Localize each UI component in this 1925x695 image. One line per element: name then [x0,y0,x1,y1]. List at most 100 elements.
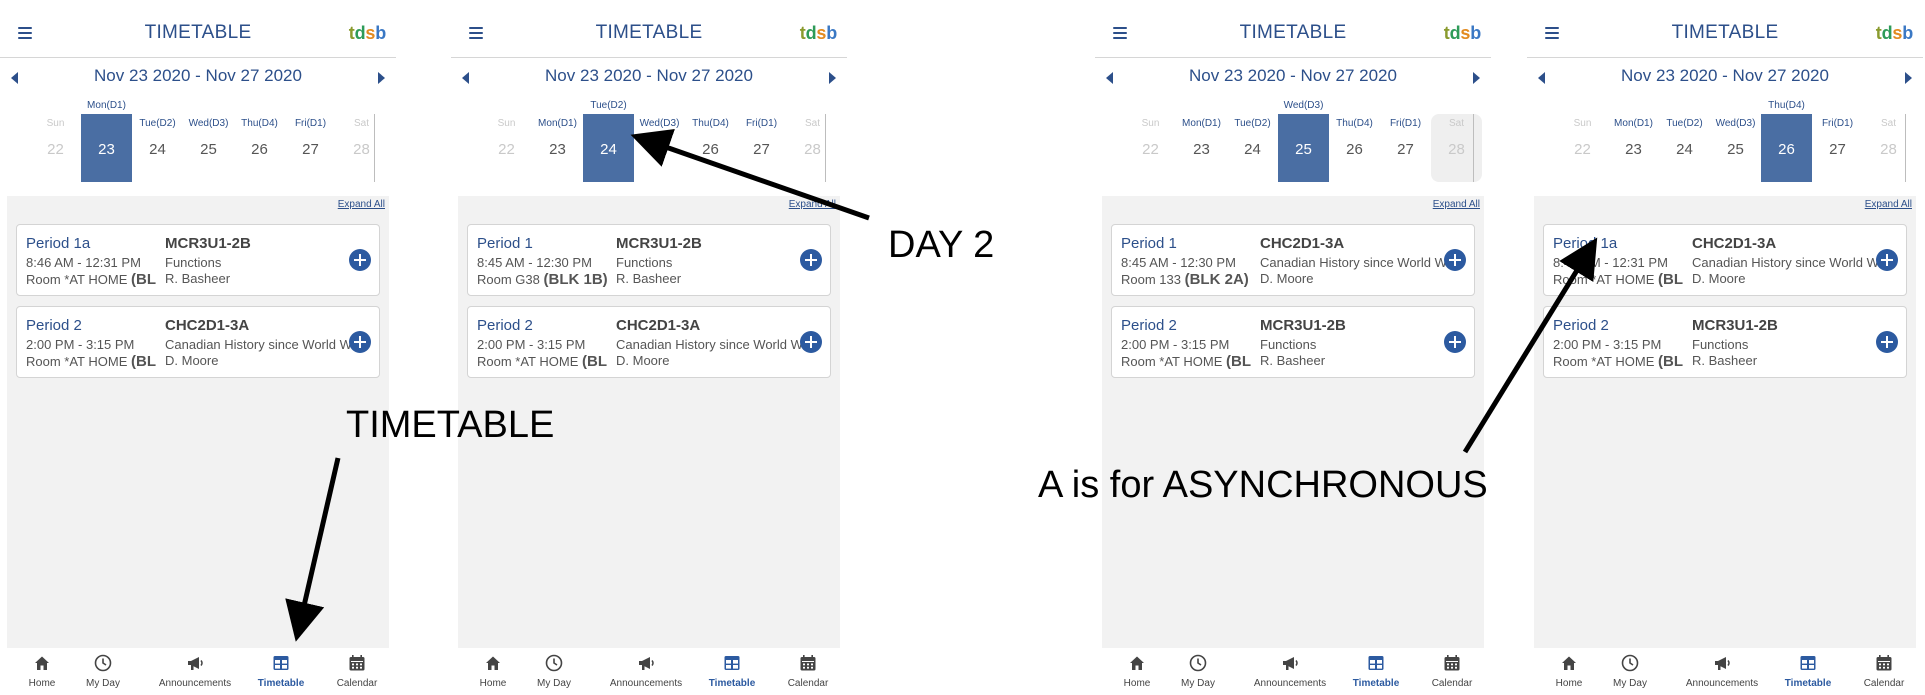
class-list: Expand All Period 1a 8:46 AM - 12:31 PM Roo… [1534,196,1916,648]
class-card[interactable]: Period 2 2:00 PM - 3:15 PM Room *AT HOME (… [16,306,380,378]
day-27[interactable]: Fri(D1) 27 [1812,114,1863,182]
tab-announcements[interactable]: Announcements [601,648,691,695]
day-header: Sun [497,118,516,129]
period-time: 8:46 AM - 12:31 PM [1553,255,1668,270]
expand-all-link[interactable]: Expand All [1433,199,1480,210]
period-label: Period 1 [477,235,533,252]
day-number: 26 [251,141,268,158]
tab-timetable[interactable]: Timetable [242,648,320,695]
week-range: Nov 23 2020 - Nov 27 2020 [1621,66,1829,85]
day-26[interactable]: Thu(D4) 26 [685,114,736,182]
tab-my-day[interactable]: My Day [64,648,142,695]
day-header: Fri(D1) [1821,118,1854,129]
period-label: Period 1 [1121,235,1177,252]
day-23[interactable]: Mon(D1) 23 [532,114,583,182]
day-header: Sun [46,118,65,129]
room-label: Room G38 (BLK 1B) [477,271,608,288]
day-24[interactable]: Tue(D2) 24 [1659,114,1710,182]
tab-my-day[interactable]: My Day [1159,648,1237,695]
plus-circle-icon[interactable] [800,331,822,353]
tab-timetable[interactable]: Timetable [1337,648,1415,695]
week-range: Nov 23 2020 - Nov 27 2020 [94,66,302,85]
day-25[interactable]: Wed(D3) 25 [634,114,685,182]
class-card[interactable]: Period 2 2:00 PM - 3:15 PM Room *AT HOME (… [1111,306,1475,378]
day-number: 24 [600,141,617,158]
logo-letter: b [826,23,837,43]
class-card[interactable]: Period 2 2:00 PM - 3:15 PM Room *AT HOME (… [1543,306,1907,378]
tab-calendar[interactable]: Calendar [318,648,396,695]
tab-label: Announcements [1253,678,1327,689]
class-card[interactable]: Period 2 2:00 PM - 3:15 PM Room *AT HOME (… [467,306,831,378]
plus-circle-icon[interactable] [349,331,371,353]
day-27[interactable]: Fri(D1) 27 [736,114,787,182]
clock-icon [1621,654,1639,672]
day-selector: Sun 22 Mon(D1) 23 Tue(D2) 24 Wed(D3) 25 Thu(D4) T… [1557,100,1909,182]
tab-my-day[interactable]: My Day [1591,648,1669,695]
plus-circle-icon[interactable] [349,249,371,271]
day-number: 24 [149,141,166,158]
tab-timetable[interactable]: Timetable [1769,648,1847,695]
week-range: Nov 23 2020 - Nov 27 2020 [545,66,753,85]
day-25[interactable]: Wed(D3)Wed(D3)25 [1278,100,1329,182]
day-22: Sun 22 [481,114,532,182]
annotation-day2: DAY 2 [888,224,995,266]
chevron-right-icon[interactable] [1905,72,1912,84]
period-time: 2:00 PM - 3:15 PM [1553,337,1662,352]
day-number: 22 [498,141,515,158]
day-header: Sun [1573,118,1592,129]
expand-all-link[interactable]: Expand All [1865,199,1912,210]
chevron-right-icon[interactable] [1473,72,1480,84]
day-26[interactable]: Thu(D4) 26 [234,114,285,182]
day-header: Fri(D1) [1389,118,1422,129]
plus-circle-icon[interactable] [1444,331,1466,353]
block-label: (BL [131,271,156,288]
day-header: Thu(D4) [1336,118,1373,129]
tab-announcements[interactable]: Announcements [1245,648,1335,695]
course-code: CHC2D1-3A [1260,235,1345,252]
day-25[interactable]: Wed(D3) 25 [1710,114,1761,182]
day-header: Mon(D1) [1182,118,1221,129]
class-card[interactable]: Period 1a 8:46 AM - 12:31 PM Room *AT HOME… [16,224,380,296]
day-26[interactable]: Thu(D4)Thu(D4)26 [1761,100,1812,182]
class-card[interactable]: Period 1 8:45 AM - 12:30 PM Room G38 (BLK … [467,224,831,296]
course-name: Functions [1260,337,1317,352]
course-name: Canadian History since World War I [165,337,359,352]
day-23[interactable]: Mon(D1) 23 [1176,114,1227,182]
tab-calendar[interactable]: Calendar [769,648,847,695]
timetable-screen-4: TIMETABLE tdsb Nov 23 2020 - Nov 27 2020 Su… [1527,0,1923,695]
day-header: Sat [353,118,369,129]
day-header: Tue(D2) [590,100,627,111]
calendar-divider [374,114,375,182]
plus-circle-icon[interactable] [1876,331,1898,353]
tab-timetable[interactable]: Timetable [693,648,771,695]
expand-all-link[interactable]: Expand All [338,199,385,210]
class-card[interactable]: Period 1a 8:46 AM - 12:31 PM Room *AT HOME… [1543,224,1907,296]
timetable-screen-2: TIMETABLE tdsb Nov 23 2020 - Nov 27 2020 Su… [451,0,847,695]
tab-announcements[interactable]: Announcements [150,648,240,695]
room-name: Room *AT HOME [26,354,128,369]
chevron-right-icon[interactable] [378,72,385,84]
day-24[interactable]: Tue(D2) 24 [132,114,183,182]
logo-letter: b [1902,23,1913,43]
tab-calendar[interactable]: Calendar [1845,648,1923,695]
day-24[interactable]: Tue(D2) 24 [1227,114,1278,182]
class-card[interactable]: Period 1 8:45 AM - 12:30 PM Room 133 (BLK … [1111,224,1475,296]
plus-circle-icon[interactable] [1876,249,1898,271]
plus-circle-icon[interactable] [1444,249,1466,271]
tab-my-day[interactable]: My Day [515,648,593,695]
day-24[interactable]: Tue(D2)Tue(D2)24 [583,100,634,182]
day-23[interactable]: Mon(D1)Mon(D1)23 [81,100,132,182]
course-code: CHC2D1-3A [616,317,701,334]
chevron-right-icon[interactable] [829,72,836,84]
day-27[interactable]: Fri(D1) 27 [285,114,336,182]
day-26[interactable]: Thu(D4) 26 [1329,114,1380,182]
day-27[interactable]: Fri(D1) 27 [1380,114,1431,182]
day-25[interactable]: Wed(D3) 25 [183,114,234,182]
tab-calendar[interactable]: Calendar [1413,648,1491,695]
plus-circle-icon[interactable] [800,249,822,271]
tab-announcements[interactable]: Announcements [1677,648,1767,695]
calendar-divider [1473,114,1474,182]
day-23[interactable]: Mon(D1) 23 [1608,114,1659,182]
room-name: Room G38 [477,272,540,287]
expand-all-link[interactable]: Expand All [789,199,836,210]
